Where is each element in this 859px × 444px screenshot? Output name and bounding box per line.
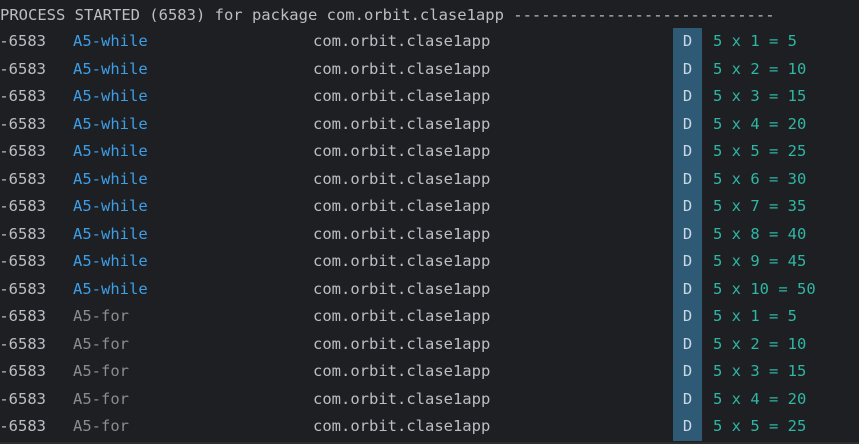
log-package: com.orbit.clase1app xyxy=(313,307,491,325)
logcat-console[interactable]: PROCESS STARTED (6583) for package com.o… xyxy=(0,0,859,444)
log-level-badge: D xyxy=(673,248,702,276)
log-tag: A5-for xyxy=(73,362,129,380)
log-pid: 5-6583 xyxy=(0,32,46,50)
log-row[interactable]: 5-6583 A5-while com.orbit.clase1app D 5 x 6 … xyxy=(0,165,859,193)
log-message: 5 x 5 = 25 xyxy=(713,417,807,435)
log-row[interactable]: 5-6583 A5-for com.orbit.clase1app D 5 x 4 = … xyxy=(0,385,859,413)
log-tag: A5-while xyxy=(73,279,148,298)
log-tag: A5-for xyxy=(73,307,129,325)
log-tag: A5-while xyxy=(73,114,148,133)
log-package: com.orbit.clase1app xyxy=(313,142,491,160)
log-pid: 5-6583 xyxy=(0,334,46,353)
log-message: 5 x 7 = 35 xyxy=(713,197,807,215)
log-level-badge: D xyxy=(673,110,702,138)
log-pid: 5-6583 xyxy=(0,87,46,105)
log-package: com.orbit.clase1app xyxy=(313,334,491,353)
log-row[interactable]: 5-6583 A5-while com.orbit.clase1app D 5 x 4 … xyxy=(0,110,859,138)
log-tag: A5-for xyxy=(73,334,129,353)
log-package: com.orbit.clase1app xyxy=(313,252,491,270)
log-message: 5 x 2 = 10 xyxy=(713,334,807,353)
log-pid: 5-6583 xyxy=(0,169,46,188)
log-package: com.orbit.clase1app xyxy=(313,87,491,105)
log-package: com.orbit.clase1app xyxy=(313,59,491,78)
log-level-badge: D xyxy=(673,138,702,166)
log-package: com.orbit.clase1app xyxy=(313,169,491,188)
log-level-badge: D xyxy=(673,330,702,358)
log-pid: 5-6583 xyxy=(0,252,46,270)
log-level-badge: D xyxy=(673,28,702,56)
log-message: 5 x 6 = 30 xyxy=(713,169,807,188)
log-row[interactable]: 5-6583 A5-while com.orbit.clase1app D 5 x 3 … xyxy=(0,83,859,111)
log-message: 5 x 5 = 25 xyxy=(713,142,807,160)
log-rows: 5-6583 A5-while com.orbit.clase1app D 5 x 1 … xyxy=(0,28,859,441)
log-tag: A5-for xyxy=(73,417,129,435)
log-level-badge: D xyxy=(673,303,702,331)
log-package: com.orbit.clase1app xyxy=(313,362,491,380)
log-message: 5 x 3 = 15 xyxy=(713,362,807,380)
log-tag: A5-while xyxy=(73,252,148,270)
log-level-badge: D xyxy=(673,83,702,111)
log-package: com.orbit.clase1app xyxy=(313,389,491,408)
log-pid: 5-6583 xyxy=(0,224,46,243)
log-message: 5 x 4 = 20 xyxy=(713,114,807,133)
log-message: 5 x 4 = 20 xyxy=(713,389,807,408)
log-pid: 5-6583 xyxy=(0,389,46,408)
log-level-badge: D xyxy=(673,55,702,83)
log-message: 5 x 8 = 40 xyxy=(713,224,807,243)
log-package: com.orbit.clase1app xyxy=(313,197,491,215)
log-pid: 5-6583 xyxy=(0,197,46,215)
log-package: com.orbit.clase1app xyxy=(313,417,491,435)
log-pid: 5-6583 xyxy=(0,362,46,380)
log-pid: 5-6583 xyxy=(0,417,46,435)
process-started-line: PROCESS STARTED (6583) for package com.o… xyxy=(0,6,775,24)
log-package: com.orbit.clase1app xyxy=(313,114,491,133)
log-tag: A5-while xyxy=(73,32,148,50)
log-tag: A5-while xyxy=(73,87,148,105)
log-row[interactable]: 5-6583 A5-for com.orbit.clase1app D 5 x 2 = … xyxy=(0,330,859,358)
log-row[interactable]: 5-6583 A5-while com.orbit.clase1app D 5 x 8 … xyxy=(0,220,859,248)
log-row[interactable]: 5-6583 A5-for com.orbit.clase1app D 5 x 5 = … xyxy=(0,413,859,441)
log-message: 5 x 1 = 5 xyxy=(713,307,797,325)
log-level-badge: D xyxy=(673,193,702,221)
log-pid: 5-6583 xyxy=(0,59,46,78)
log-message: 5 x 3 = 15 xyxy=(713,87,807,105)
log-tag: A5-while xyxy=(73,197,148,215)
log-row[interactable]: 5-6583 A5-while com.orbit.clase1app D 5 x 10… xyxy=(0,275,859,303)
log-pid: 5-6583 xyxy=(0,114,46,133)
log-package: com.orbit.clase1app xyxy=(313,279,491,298)
log-message: 5 x 10 = 50 xyxy=(713,279,816,298)
log-level-badge: D xyxy=(673,165,702,193)
log-tag: A5-while xyxy=(73,224,148,243)
log-pid: 5-6583 xyxy=(0,307,46,325)
log-tag: A5-while xyxy=(73,169,148,188)
log-level-badge: D xyxy=(673,358,702,386)
log-row[interactable]: 5-6583 A5-while com.orbit.clase1app D 5 x 2 … xyxy=(0,55,859,83)
log-level-badge: D xyxy=(673,413,702,441)
log-row[interactable]: 5-6583 A5-for com.orbit.clase1app D 5 x 3 = … xyxy=(0,358,859,386)
log-level-badge: D xyxy=(673,385,702,413)
log-row[interactable]: 5-6583 A5-for com.orbit.clase1app D 5 x 1 = … xyxy=(0,303,859,331)
log-package: com.orbit.clase1app xyxy=(313,32,491,50)
log-row[interactable]: 5-6583 A5-while com.orbit.clase1app D 5 x 7 … xyxy=(0,193,859,221)
log-row[interactable]: 5-6583 A5-while com.orbit.clase1app D 5 x 9 … xyxy=(0,248,859,276)
log-tag: A5-while xyxy=(73,142,148,160)
log-message: 5 x 9 = 45 xyxy=(713,252,807,270)
log-message: 5 x 2 = 10 xyxy=(713,59,807,78)
log-level-badge: D xyxy=(673,220,702,248)
log-tag: A5-for xyxy=(73,389,129,408)
log-row[interactable]: 5-6583 A5-while com.orbit.clase1app D 5 x 1 … xyxy=(0,28,859,56)
log-message: 5 x 1 = 5 xyxy=(713,32,797,50)
log-package: com.orbit.clase1app xyxy=(313,224,491,243)
log-pid: 5-6583 xyxy=(0,142,46,160)
log-pid: 5-6583 xyxy=(0,279,46,298)
log-row[interactable]: 5-6583 A5-while com.orbit.clase1app D 5 x 5 … xyxy=(0,138,859,166)
log-level-badge: D xyxy=(673,275,702,303)
log-tag: A5-while xyxy=(73,59,148,78)
